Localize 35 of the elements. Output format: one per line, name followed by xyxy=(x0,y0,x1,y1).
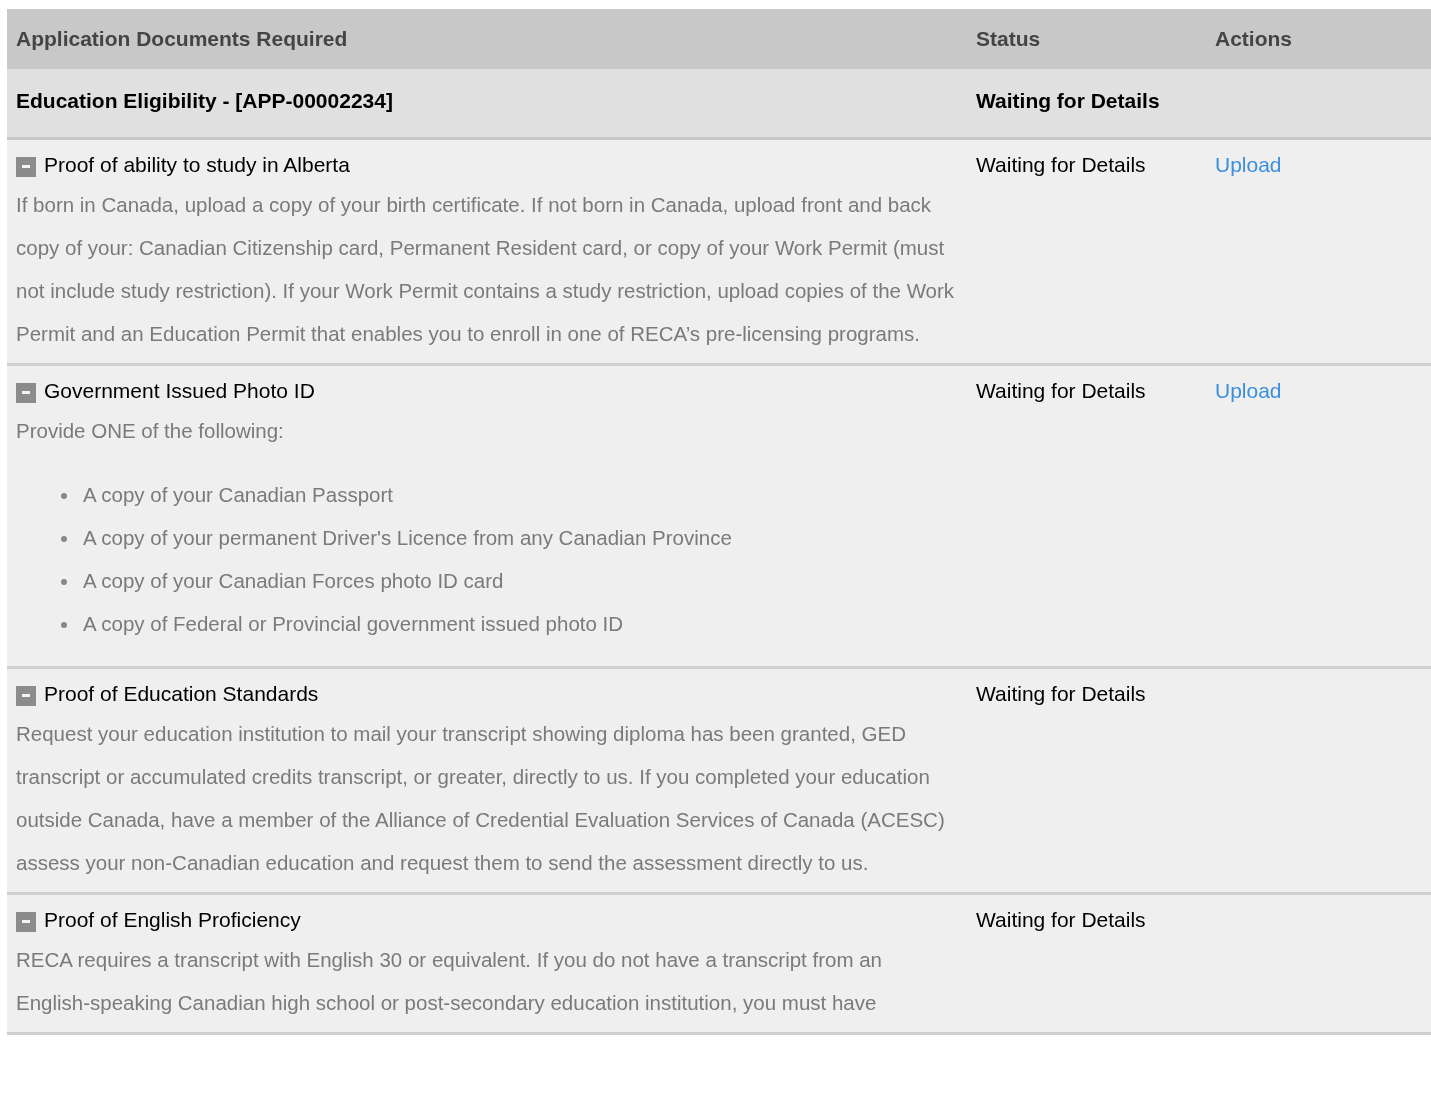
list-item: A copy of your permanent Driver's Licence from any Canadian Province xyxy=(83,525,732,552)
document-description: Provide ONE of the following: xyxy=(16,418,285,444)
document-description: If born in Canada, upload a copy of your birth certificate. If not born in Canada, upload front and back copy of your: Canadian Citizenship card, Permanent Resident card, or copy of your Work Permit (must not include study restriction). If your Work Permit contains a study restriction, upload copies of the Work Permit and an Education Permit that enables you to enroll in one of RECA’s pre-licensing programs. xyxy=(16,192,956,347)
document-title: Proof of English Proficiency xyxy=(44,907,301,934)
status-text: Waiting for Details xyxy=(976,153,1146,176)
upload-link[interactable]: Upload xyxy=(1215,379,1282,402)
collapse-button[interactable] xyxy=(16,157,36,177)
list-item: A copy of your Canadian Forces photo ID card xyxy=(83,568,504,595)
list-item: A copy of your Canadian Passport xyxy=(83,482,393,509)
column-header: Actions xyxy=(1215,27,1292,51)
document-title: Proof of Education Standards xyxy=(44,681,319,708)
bullet-icon xyxy=(61,492,67,499)
bullet-icon xyxy=(61,535,67,542)
group-title: Education Eligibility - [APP-00002234] xyxy=(16,89,393,112)
collapse-button[interactable] xyxy=(16,912,36,932)
group-status: Waiting for Details xyxy=(976,89,1160,112)
document-title: Proof of ability to study in Alberta xyxy=(44,152,350,179)
column-header: Application Documents Required xyxy=(16,27,348,51)
document-description: RECA requires a transcript with English 30 or equivalent. If you do not have a transcript from an English-speaking Canadian high school or post-secondary education institution, you must have xyxy=(16,947,883,1016)
upload-link[interactable]: Upload xyxy=(1215,153,1282,176)
minus-icon xyxy=(22,391,30,395)
minus-icon xyxy=(22,165,30,169)
list-item: A copy of Federal or Provincial government issued photo ID xyxy=(83,611,624,638)
collapse-button[interactable] xyxy=(16,686,36,706)
minus-icon xyxy=(22,920,30,924)
column-header: Status xyxy=(976,27,1041,51)
status-text: Waiting for Details xyxy=(976,379,1146,402)
bullet-icon xyxy=(61,578,67,585)
collapse-button[interactable] xyxy=(16,383,36,403)
document-title: Government Issued Photo ID xyxy=(44,378,315,405)
document-description: Request your education institution to mail your transcript showing diploma has been granted, GED transcript or accumulated credits transcript, or greater, directly to us. If you completed your education outside Canada, have a member of the Alliance of Credential Evaluation Services of Canada (ACESC) assess your non-Canadian education and request them to send the assessment directly to us. xyxy=(16,721,946,876)
status-text: Waiting for Details xyxy=(976,908,1146,931)
minus-icon xyxy=(22,694,30,698)
status-text: Waiting for Details xyxy=(976,682,1146,705)
bullet-icon xyxy=(61,621,67,628)
